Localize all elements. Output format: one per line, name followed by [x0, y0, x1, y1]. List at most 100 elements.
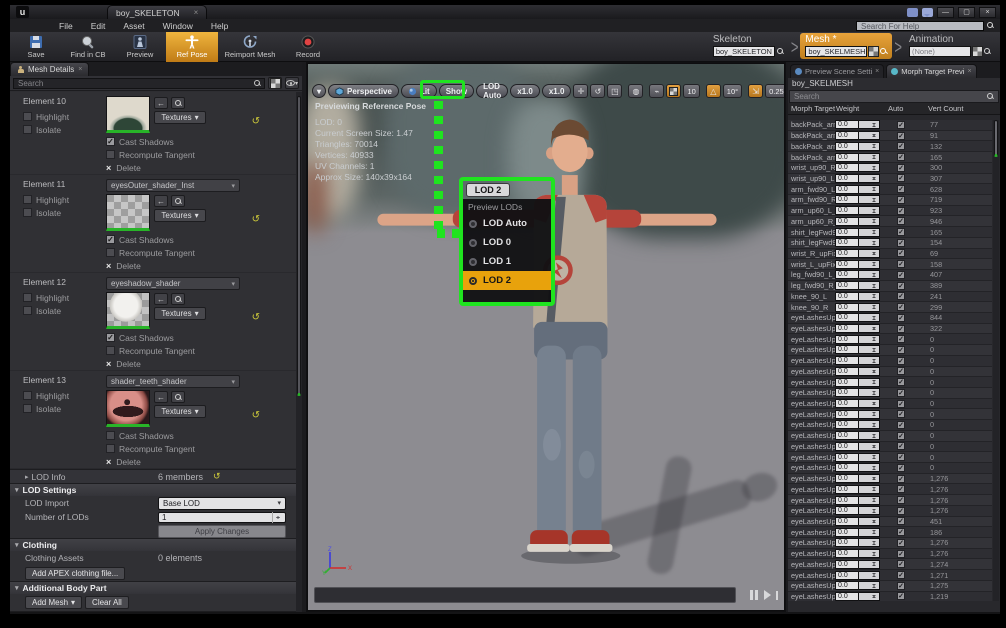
weight-input[interactable]: 0.0 [835, 474, 859, 483]
maximize-button[interactable]: ▢ [958, 7, 975, 18]
weight-input[interactable]: 0.0 [835, 538, 859, 547]
auto-checkbox[interactable] [897, 249, 905, 257]
weight-input[interactable]: 0.0 [835, 592, 859, 601]
lod-menu-item[interactable]: LOD Auto [463, 214, 551, 233]
weight-input[interactable]: 0.0 [835, 153, 859, 162]
view-options-button[interactable]: ▾ [285, 77, 299, 89]
weight-spinner-icon[interactable] [859, 153, 880, 162]
weight-input[interactable]: 0.0 [835, 270, 859, 279]
display-filter-button[interactable] [268, 77, 282, 89]
weight-spinner-icon[interactable] [859, 485, 880, 494]
asset-grid-icon[interactable] [869, 47, 878, 56]
weight-spinner-icon[interactable] [859, 528, 880, 537]
weight-spinner-icon[interactable] [859, 195, 880, 204]
morph-scrollbar[interactable] [993, 120, 999, 601]
auto-checkbox[interactable] [897, 185, 905, 193]
morph-target-row[interactable]: eyeLashesUpper 0.0 1,219 [788, 592, 992, 601]
morph-target-row[interactable]: eyeLashesUpper 0.0 1,271 [788, 570, 992, 581]
auto-checkbox[interactable] [897, 239, 905, 247]
weight-spinner-icon[interactable] [859, 453, 880, 462]
mesh-asset-picker[interactable]: boy_SKELMESH [805, 46, 867, 57]
auto-checkbox[interactable] [897, 228, 905, 236]
morph-target-row[interactable]: eyeLashesUpper 0.0 1,276 [788, 538, 992, 549]
weight-input[interactable]: 0.0 [835, 303, 859, 312]
weight-spinner-icon[interactable] [859, 120, 880, 129]
material-thumbnail[interactable] [106, 194, 150, 231]
morph-target-row[interactable]: eyeLashesUpper 0.0 0 [788, 442, 992, 453]
weight-spinner-icon[interactable] [859, 174, 880, 183]
weight-input[interactable]: 0.0 [835, 463, 859, 472]
minimize-button[interactable]: — [937, 7, 954, 18]
material-select[interactable]: shader_teeth_shader▾ [106, 375, 240, 388]
use-selected-asset-icon[interactable]: ← [154, 293, 168, 305]
weight-spinner-icon[interactable] [859, 131, 880, 140]
cast-shadows-checkbox[interactable]: Cast Shadows [106, 331, 292, 344]
auto-checkbox[interactable] [897, 217, 905, 225]
use-selected-asset-icon[interactable]: ← [154, 195, 168, 207]
rotation-snap-icon[interactable]: △ [706, 84, 721, 98]
weight-input[interactable]: 0.0 [835, 378, 859, 387]
weight-input[interactable]: 0.0 [835, 485, 859, 494]
category-clothing[interactable]: ▾Clothing [10, 538, 296, 551]
auto-checkbox[interactable] [897, 121, 905, 129]
auto-checkbox[interactable] [897, 582, 905, 590]
weight-input[interactable]: 0.0 [835, 206, 859, 215]
weight-spinner-icon[interactable] [859, 560, 880, 569]
morph-target-row[interactable]: eyeLashesUpper 0.0 322 [788, 324, 992, 335]
auto-checkbox[interactable] [897, 357, 905, 365]
weight-spinner-icon[interactable] [859, 270, 880, 279]
recompute-tangent-checkbox[interactable]: Recompute Tangent [106, 344, 292, 357]
weight-spinner-icon[interactable] [859, 367, 880, 376]
fov-button[interactable]: x1.0 [542, 84, 572, 98]
asset-tab[interactable]: boy_SKELETON × [107, 5, 207, 19]
weight-spinner-icon[interactable] [859, 442, 880, 451]
preview-scene[interactable]: ▾ Perspective Lit Show LOD Auto x1.0 x1.… [308, 64, 784, 610]
reimport-mesh-button[interactable]: Reimport Mesh [218, 32, 282, 62]
recompute-tangent-checkbox[interactable]: Recompute Tangent [106, 442, 292, 455]
weight-spinner-icon[interactable] [859, 378, 880, 387]
auto-checkbox[interactable] [897, 325, 905, 333]
auto-checkbox[interactable] [897, 142, 905, 150]
weight-spinner-icon[interactable] [859, 356, 880, 365]
weight-spinner-icon[interactable] [859, 324, 880, 333]
weight-spinner-icon[interactable] [859, 517, 880, 526]
weight-spinner-icon[interactable] [859, 163, 880, 172]
lod-menu-item[interactable]: LOD 0 [463, 233, 551, 252]
weight-spinner-icon[interactable] [859, 292, 880, 301]
morph-target-row[interactable]: eyeLashesUpper 0.0 0 [788, 345, 992, 356]
auto-checkbox[interactable] [897, 592, 905, 600]
reset-to-default-icon[interactable]: ↺ [213, 471, 221, 482]
reset-to-default-icon[interactable]: ↺ [252, 410, 260, 421]
reset-to-default-icon[interactable]: ↺ [252, 312, 260, 323]
delete-element-button[interactable]: ×Delete [106, 455, 292, 468]
cast-shadows-checkbox[interactable]: Cast Shadows [106, 429, 292, 442]
weight-input[interactable]: 0.0 [835, 571, 859, 580]
step-forward-icon[interactable] [764, 590, 779, 600]
auto-checkbox[interactable] [897, 389, 905, 397]
add-apex-clothing-button[interactable]: Add APEX clothing file... [25, 567, 125, 580]
auto-checkbox[interactable] [897, 378, 905, 386]
weight-spinner-icon[interactable] [859, 217, 880, 226]
help-search-input[interactable]: Search For Help [856, 21, 984, 31]
grid-snap-value[interactable]: 10 [683, 84, 699, 98]
morph-target-row[interactable]: eyeLashesUpper 0.0 0 [788, 409, 992, 420]
morph-target-row[interactable]: shirt_legFwd90_ 0.0 165 [788, 227, 992, 238]
morph-target-row[interactable]: eyeLashesUpper 0.0 186 [788, 527, 992, 538]
weight-input[interactable]: 0.0 [835, 431, 859, 440]
scale-tool-icon[interactable]: ◳ [607, 84, 622, 98]
morph-target-row[interactable]: arm_up60_L_cb 0.0 923 [788, 206, 992, 217]
weight-spinner-icon[interactable] [859, 506, 880, 515]
morph-target-row[interactable]: eyeLashesUpper 0.0 0 [788, 356, 992, 367]
lod-menu-item[interactable]: LOD 1 [463, 252, 551, 271]
weight-input[interactable]: 0.0 [835, 560, 859, 569]
morph-target-row[interactable]: backPack_armU 0.0 77 [788, 120, 992, 131]
weight-input[interactable]: 0.0 [835, 120, 859, 129]
grid-snap-icon[interactable] [666, 84, 681, 98]
weight-input[interactable]: 0.0 [835, 313, 859, 322]
textures-button[interactable]: Textures▾ [154, 405, 206, 418]
morph-target-row[interactable]: eyeLashesUpper 0.0 0 [788, 399, 992, 410]
lod-auto-button[interactable]: LOD Auto [476, 84, 508, 98]
delete-element-button[interactable]: ×Delete [106, 259, 292, 272]
weight-input[interactable]: 0.0 [835, 388, 859, 397]
skeleton-asset-picker[interactable]: boy_SKELETON [713, 46, 775, 57]
